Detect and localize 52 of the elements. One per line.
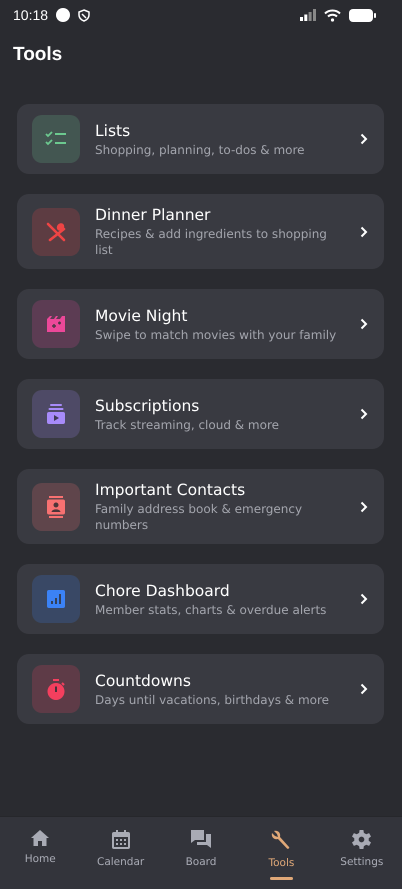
checklist-icon — [45, 131, 67, 147]
chevron-right-icon — [360, 593, 368, 605]
stopwatch-icon — [47, 678, 65, 700]
tool-card[interactable]: Lists Shopping, planning, to-dos & more — [17, 104, 384, 174]
chevron-right-icon — [360, 318, 368, 330]
tool-description: Member stats, charts & overdue alerts — [95, 602, 328, 618]
page-title: Tools — [13, 44, 64, 67]
settings-icon — [352, 830, 372, 849]
tool-title: Dinner Planner — [95, 205, 212, 225]
tool-description: Track streaming, cloud & more — [95, 416, 280, 432]
notification-dot-icon — [56, 8, 70, 22]
stacked-video-icon — [47, 404, 65, 424]
tool-card[interactable]: Movie Night Swipe to match movies with your family — [17, 289, 384, 359]
chevron-right-icon — [360, 408, 368, 420]
home-icon — [31, 830, 50, 846]
nav-tab[interactable]: Calendar — [80, 817, 161, 889]
nav-tab[interactable]: Settings — [322, 817, 402, 889]
battery-icon — [349, 8, 376, 22]
tool-card[interactable]: Subscriptions Track streaming, cloud & more — [17, 379, 384, 449]
clapperboard-icon — [46, 315, 66, 333]
calendar-icon — [112, 830, 130, 849]
tool-description: Recipes & add ingredients to shopping list — [95, 226, 328, 258]
tool-title: Chore Dashboard — [95, 580, 231, 600]
bar-chart-icon — [47, 590, 65, 608]
tool-card[interactable]: Chore Dashboard Member stats, charts & overdue alerts — [17, 564, 384, 634]
tool-card[interactable]: Important Contacts Family address book & emergency numbers — [17, 469, 384, 544]
tool-card[interactable]: Dinner Planner Recipes & add ingredients to shopping list — [17, 194, 384, 269]
status-time: 10:18 — [13, 7, 48, 23]
chevron-right-icon — [360, 500, 368, 512]
tool-description: Swipe to match movies with your family — [95, 326, 338, 342]
tool-description: Shopping, planning, to-dos & more — [95, 142, 306, 158]
chevron-right-icon — [360, 133, 368, 145]
tool-card[interactable]: Countdowns Days until vacations, birthdays & more — [17, 654, 384, 724]
contact-card-icon — [47, 496, 65, 518]
tool-title: Lists — [95, 120, 132, 140]
nav-tab[interactable]: Tools — [241, 817, 322, 889]
chevron-right-icon — [360, 683, 368, 695]
nav-tab[interactable]: Board — [160, 817, 242, 889]
signal-icon — [300, 9, 316, 21]
tool-title: Countdowns — [95, 670, 192, 690]
chat-bubbles-icon — [191, 830, 212, 849]
active-tab-indicator — [270, 877, 293, 880]
tool-title: Important Contacts — [95, 480, 246, 500]
tool-description: Days until vacations, birthdays & more — [95, 692, 330, 708]
chevron-right-icon — [360, 226, 368, 238]
tool-title: Movie Night — [95, 306, 188, 326]
nav-tab[interactable]: Home — [0, 817, 80, 889]
wrench-icon — [271, 830, 292, 850]
shield-icon — [78, 8, 90, 22]
tool-title: Subscriptions — [95, 396, 200, 416]
wifi-icon — [324, 8, 341, 22]
tool-description: Family address book & emergency numbers — [95, 501, 304, 533]
